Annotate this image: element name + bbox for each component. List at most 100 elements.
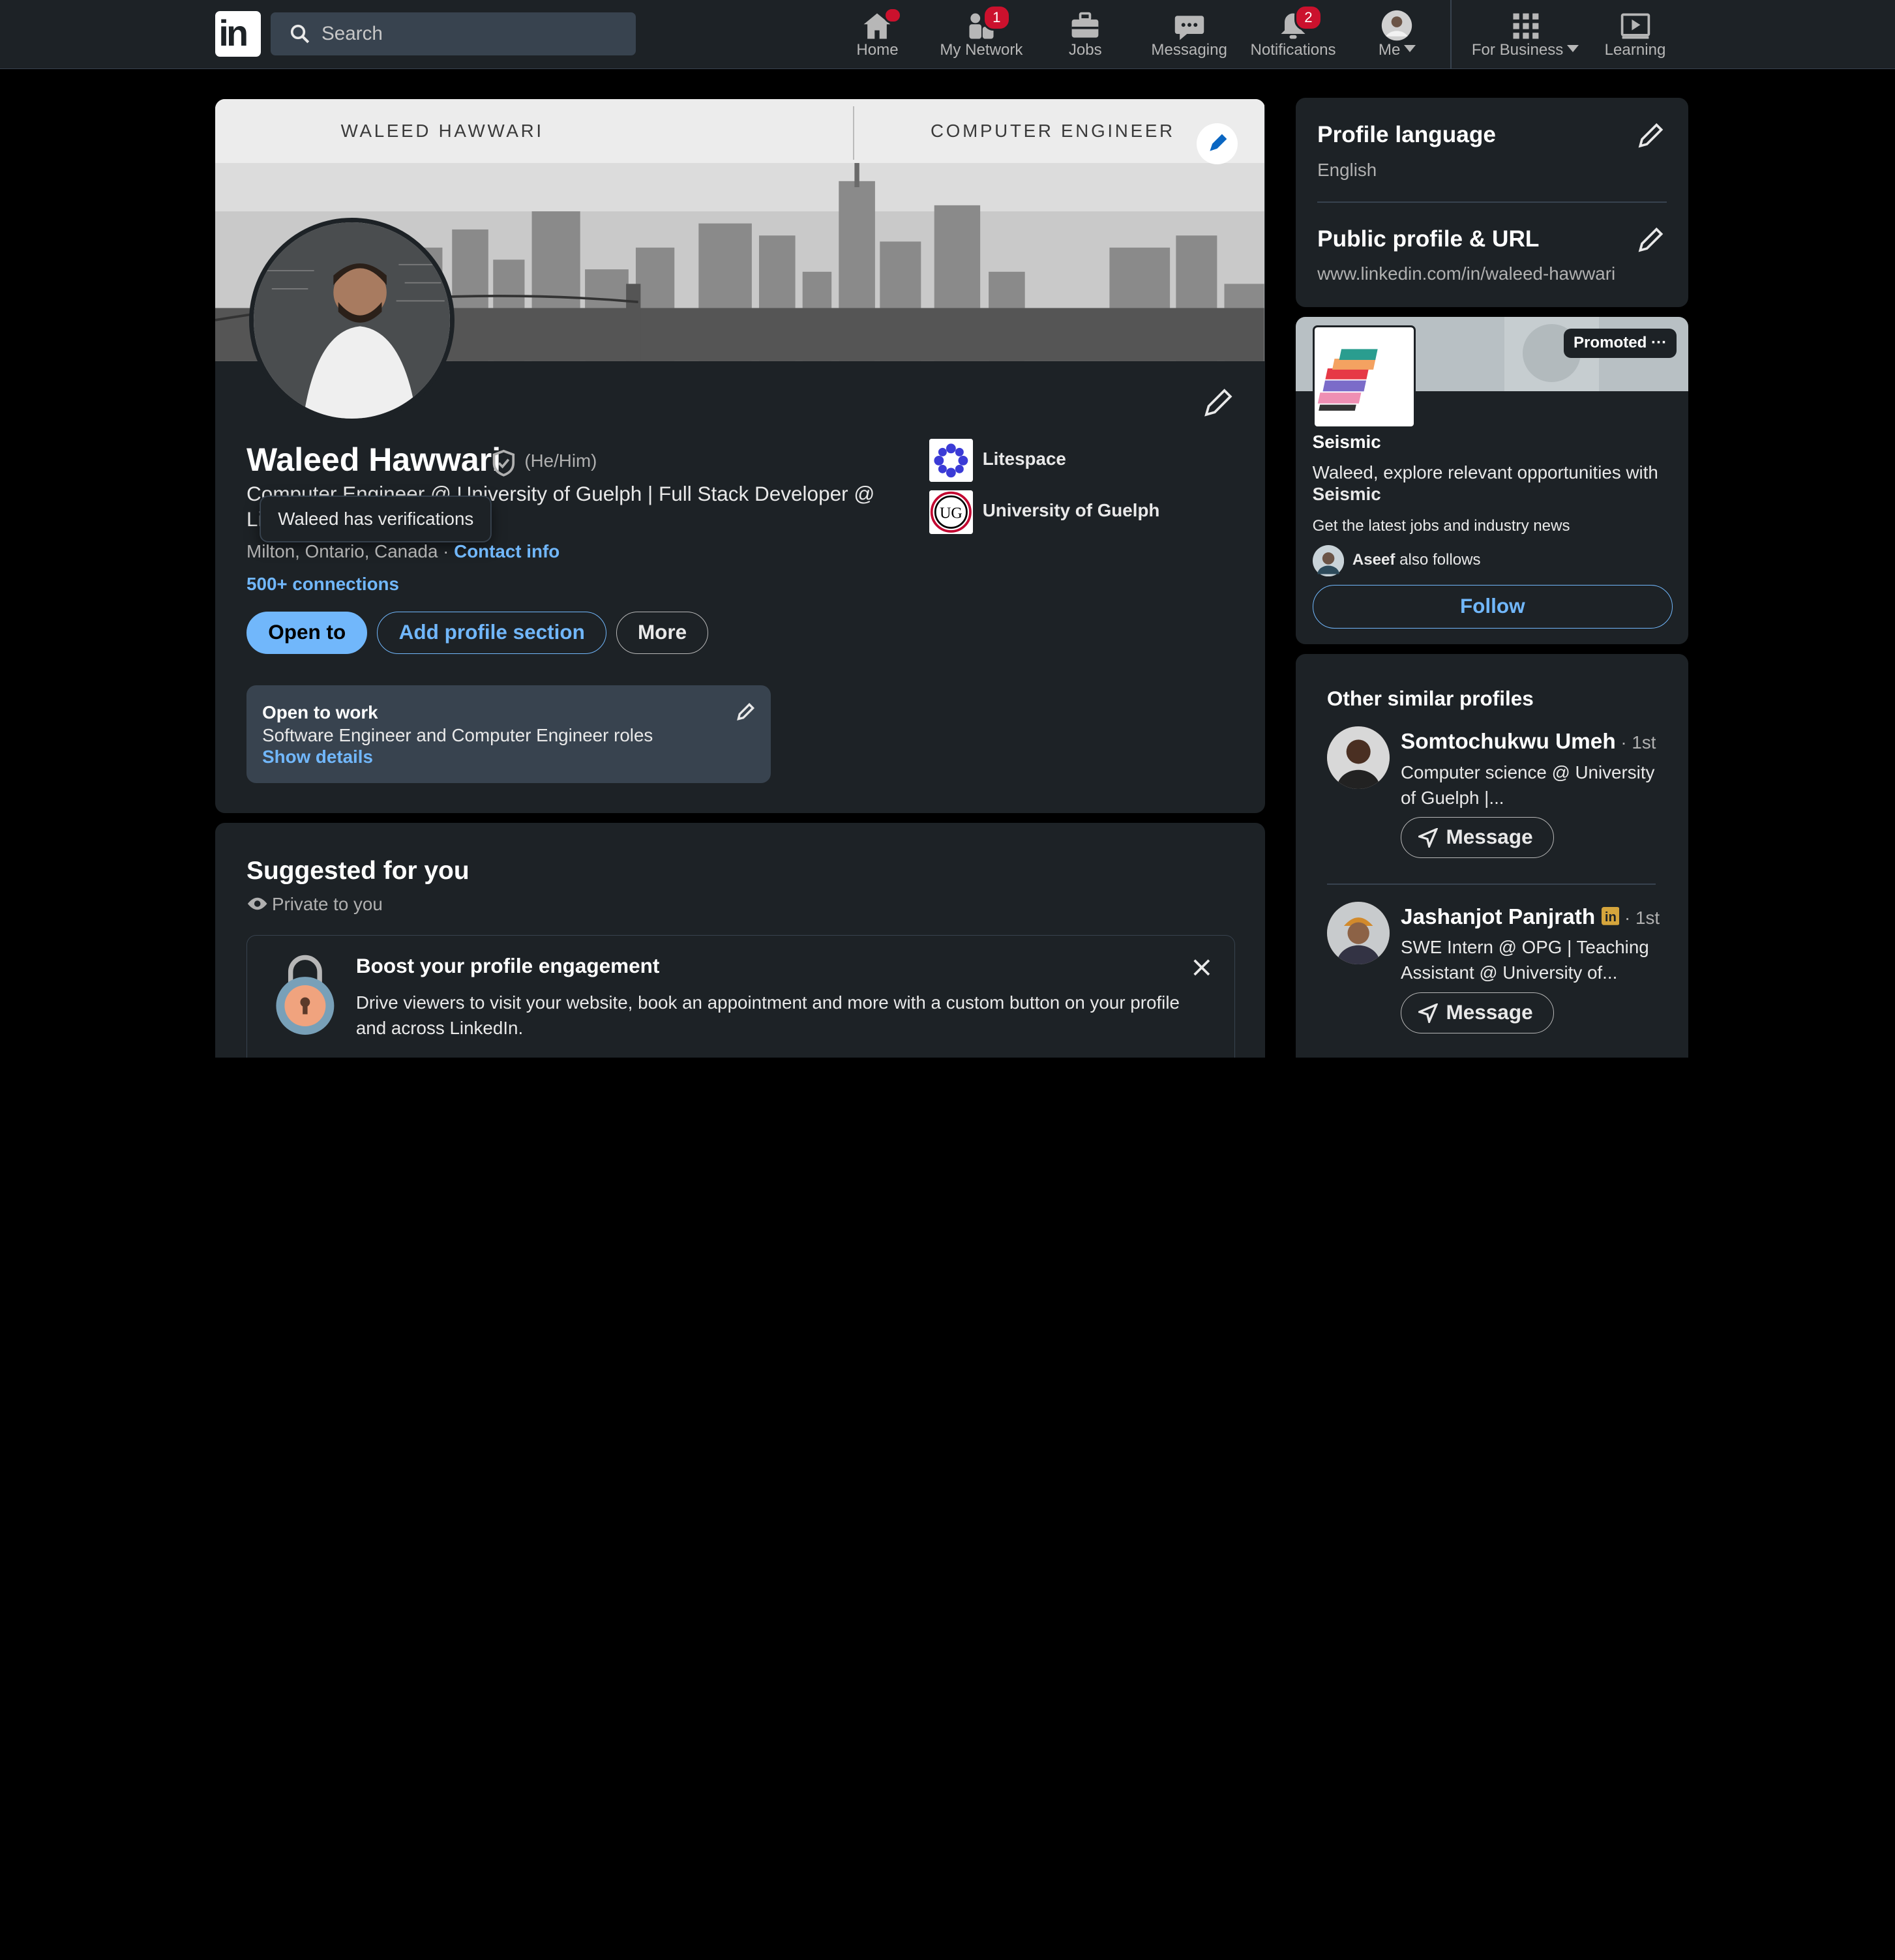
similar-profile-name: Somtochukwu Umeh [1400,730,1616,754]
message-button[interactable]: Message [1400,816,1555,858]
similar-profile-item[interactable]: Jashanjot Panjrath in · 1st SWE Intern @… [1326,901,1665,1058]
follow-button[interactable]: Follow [1312,584,1673,629]
profile-name: Waleed Hawwari [246,441,501,479]
send-icon [1418,828,1438,848]
close-icon[interactable] [1192,958,1212,977]
pencil-icon[interactable] [734,700,758,724]
nav-notifications[interactable]: 2 Notifications [1239,5,1348,63]
suggested-subtitle: Private to you [271,894,383,915]
profile-settings-card: Profile language English Public profile … [1295,98,1689,307]
connection-degree: · 1st [1619,908,1660,928]
connections-link[interactable]: 500+ connections [246,574,399,595]
promoted-label: Promoted [1573,334,1647,352]
nav-business-label: For Business [1462,41,1588,59]
profile-card: WALEED HAWWARI COMPUTER ENGINEER Waleed … [215,98,1266,814]
me-avatar [1382,10,1412,41]
banner-header: WALEED HAWWARI COMPUTER ENGINEER [215,98,1264,164]
show-details-link[interactable]: Show details [262,747,373,767]
more-button[interactable]: More [616,611,708,654]
home-badge-dot [883,7,902,23]
follower-suffix: also follows [1395,551,1481,569]
chevron-down-icon [1566,45,1579,53]
promoted-card: Promoted ··· Seismic Waleed, explore rel… [1295,316,1689,644]
settings-divider [1317,201,1667,203]
briefcase-icon [1071,12,1099,38]
pencil-icon[interactable] [1634,225,1665,256]
promoted-tag[interactable]: Promoted ··· [1564,329,1677,358]
similar-profile-headline: SWE Intern @ OPG | Teaching Assistant @ … [1400,937,1649,983]
seismic-logo-image [1317,348,1378,411]
similar-profile-name: Jashanjot Panjrath [1400,905,1596,930]
add-profile-section-button[interactable]: Add profile section [377,611,607,654]
open-to-button[interactable]: Open to [246,611,368,654]
follower-name: Aseef [1352,551,1395,569]
verified-shield-icon[interactable] [490,449,517,477]
nav-network-label: My Network [940,41,1023,59]
svg-text:in: in [1604,910,1616,925]
nav-me-label: Me [1343,41,1452,59]
nav-messaging-label: Messaging [1151,41,1227,59]
messaging-icon [1174,16,1204,40]
boost-title: Boost your profile engagement [355,954,660,978]
message-button-label: Message [1446,1000,1533,1024]
pencil-icon [1204,388,1232,417]
banner-title-text: COMPUTER ENGINEER [931,121,1175,141]
profile-photo[interactable] [248,217,455,423]
promo-text: Waleed, explore relevant opportunities w… [1313,462,1675,505]
send-icon [1418,1003,1438,1023]
nav-messaging[interactable]: Messaging [1135,7,1244,63]
org-litespace-label: Litespace [982,448,1066,469]
boost-engagement-card[interactable]: Boost your profile engagement Drive view… [246,935,1236,1058]
nav-learning[interactable]: Learning [1581,7,1690,63]
similar-profile-item[interactable]: Somtochukwu Umeh · 1st Computer science … [1326,726,1665,883]
promo-company-name[interactable]: Seismic [1313,432,1381,453]
pencil-icon [1210,134,1227,151]
similar-profile-name-row[interactable]: Jashanjot Panjrath in · 1st [1401,905,1660,930]
edit-intro-button[interactable] [1197,381,1240,424]
open-to-work-roles: Software Engineer and Computer Engineer … [262,724,653,745]
similar-profile-avatar[interactable] [1326,726,1390,790]
org-guelph-label: University of Guelph [982,500,1160,521]
eye-icon [247,897,267,910]
search-box[interactable] [271,12,636,56]
nav-home[interactable]: Home [823,7,932,63]
lock-icon [276,955,335,1035]
edit-banner-button[interactable] [1196,123,1238,165]
nav-jobs-label: Jobs [1068,41,1102,59]
avatar-image [1326,726,1390,790]
search-input[interactable] [321,12,624,56]
nav-my-network[interactable]: 1 My Network [927,5,1036,63]
pencil-icon[interactable] [1634,121,1665,152]
chevron-down-icon [1403,45,1416,53]
verifications-tooltip: Waleed has verifications [261,496,491,542]
linkedin-logo[interactable]: in [215,10,261,57]
contact-info-link[interactable]: Contact info [454,541,560,561]
public-profile-title: Public profile & URL [1317,226,1540,252]
seismic-logo[interactable] [1312,325,1416,428]
promo-text-prefix: Waleed, explore relevant opportunities w… [1312,462,1658,483]
promo-text-company: Seismic [1312,484,1381,505]
similar-profiles-card: Other similar profiles Somtochukwu Umeh … [1295,653,1689,1058]
nav-jobs[interactable]: Jobs [1031,7,1140,63]
public-profile-url[interactable]: www.linkedin.com/in/waleed-hawwari [1317,263,1615,284]
message-button[interactable]: Message [1400,992,1555,1033]
nav-for-business[interactable]: For Business [1462,7,1588,63]
open-to-work-title: Open to work [262,702,378,722]
linkedin-app: in Home 1 My Network Jobs Messaging 2 No… [0,0,1895,1058]
nav-me[interactable]: Me [1343,7,1452,63]
open-to-work-box[interactable]: Open to work Software Engineer and Compu… [246,685,771,783]
notifications-badge: 2 [1294,5,1322,31]
similar-profile-name-row[interactable]: Somtochukwu Umeh · 1st [1401,730,1656,754]
follower-avatar [1312,544,1344,576]
profile-language-title: Profile language [1317,122,1496,148]
me-label-text: Me [1378,41,1401,59]
svg-text:UG: UG [940,505,962,522]
banner-divider [853,106,855,160]
profile-pronouns: (He/Him) [524,451,597,471]
similar-profile-headline: Computer science @ University of Guelph … [1400,762,1655,808]
profile-photo-image [253,222,450,419]
location-text: Milton, Ontario, Canada · [246,541,455,562]
connection-degree: · 1st [1615,732,1656,753]
similar-profile-avatar[interactable] [1326,901,1390,964]
message-button-label: Message [1446,824,1533,848]
